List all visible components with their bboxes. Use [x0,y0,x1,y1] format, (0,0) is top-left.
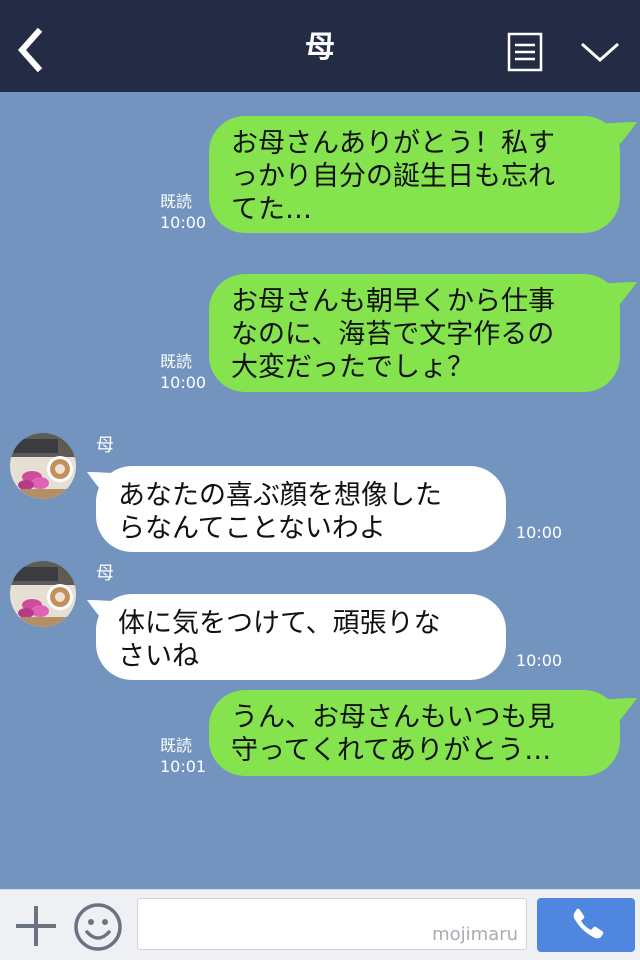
chevron-down-icon [581,42,619,63]
bubble-tail [600,122,637,144]
message-time: 10:00 [160,213,207,232]
phone-icon [573,908,604,939]
notes-icon [507,32,543,72]
avatar[interactable] [10,433,76,499]
chat-title: 母 [305,30,335,65]
smiley-icon [74,903,122,951]
expand-button[interactable] [578,36,622,66]
emoji-button[interactable] [73,902,123,952]
message-time: 10:01 [160,757,207,776]
received-message-bubble[interactable]: あなたの喜ぶ顔を想像した らなんてことないわよ [96,466,506,552]
notes-button[interactable] [507,32,543,72]
sender-name: 母 [96,435,114,456]
sent-message-bubble[interactable]: うん、お母さんもいつも見 守ってくれてありがとう… [209,690,620,776]
read-receipt: 既読 [160,736,193,755]
message-time: 10:00 [516,651,563,670]
message-time: 10:00 [160,373,207,392]
avatar-image [10,561,76,627]
read-receipt: 既読 [160,192,193,211]
sent-message-bubble[interactable]: お母さんありがとう！私す っかり自分の誕生日も忘れ てた… [209,116,620,233]
message-meta: 既読 10:00 [160,351,206,393]
sent-message-bubble[interactable]: お母さんも朝早くから仕事 なのに、海苔で文字作るの 大変だったでしょ？ [209,274,620,392]
call-button[interactable] [537,898,635,952]
watermark: mojimaru [432,924,518,945]
message-meta: 既読 10:00 [160,191,206,233]
message-time: 10:00 [516,523,563,542]
chat-header: 母 [0,0,640,92]
plus-icon [16,906,56,946]
avatar-image [10,433,76,499]
bubble-tail [600,698,637,720]
avatar[interactable] [10,561,76,627]
read-receipt: 既読 [160,352,193,371]
bubble-tail [600,282,637,304]
received-message-bubble[interactable]: 体に気をつけて、頑張りな さいね [96,594,506,680]
message-input[interactable]: mojimaru [137,898,527,950]
input-bar: mojimaru [0,889,640,960]
sender-name: 母 [96,563,114,584]
message-meta: 既読 10:01 [160,735,206,777]
chat-screen: 母 既読 10:00 お母さんありがとう！私す っかり自分の誕生日も忘れ てた…… [0,0,640,960]
add-attachment-button[interactable] [14,904,58,948]
